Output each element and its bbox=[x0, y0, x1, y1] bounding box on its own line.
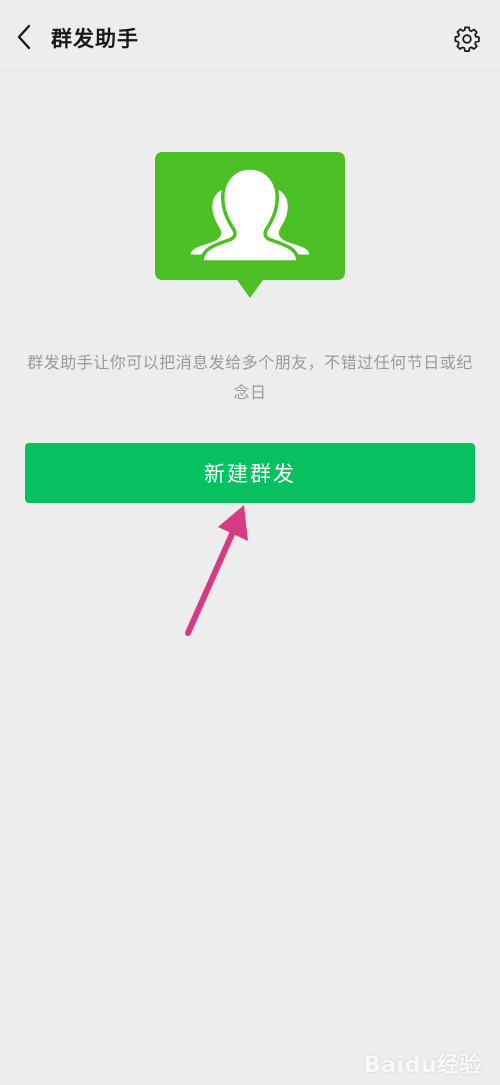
settings-button[interactable] bbox=[452, 24, 482, 54]
top-bar: 群发助手 bbox=[0, 0, 500, 71]
watermark-logo: Baidu经验 bbox=[363, 1053, 482, 1078]
gear-icon bbox=[454, 26, 480, 53]
annotation-arrow bbox=[185, 505, 248, 636]
description-text: 群发助手让你可以把消息发给多个朋友，不错过任何节日或纪念日 bbox=[27, 353, 473, 402]
group-chat-icon bbox=[155, 152, 345, 298]
back-button[interactable] bbox=[8, 20, 42, 54]
broadcast-illustration bbox=[155, 152, 345, 300]
new-broadcast-button[interactable]: 新建群发 bbox=[25, 443, 475, 503]
chevron-left-icon bbox=[17, 24, 31, 50]
page-title: 群发助手 bbox=[51, 27, 139, 51]
